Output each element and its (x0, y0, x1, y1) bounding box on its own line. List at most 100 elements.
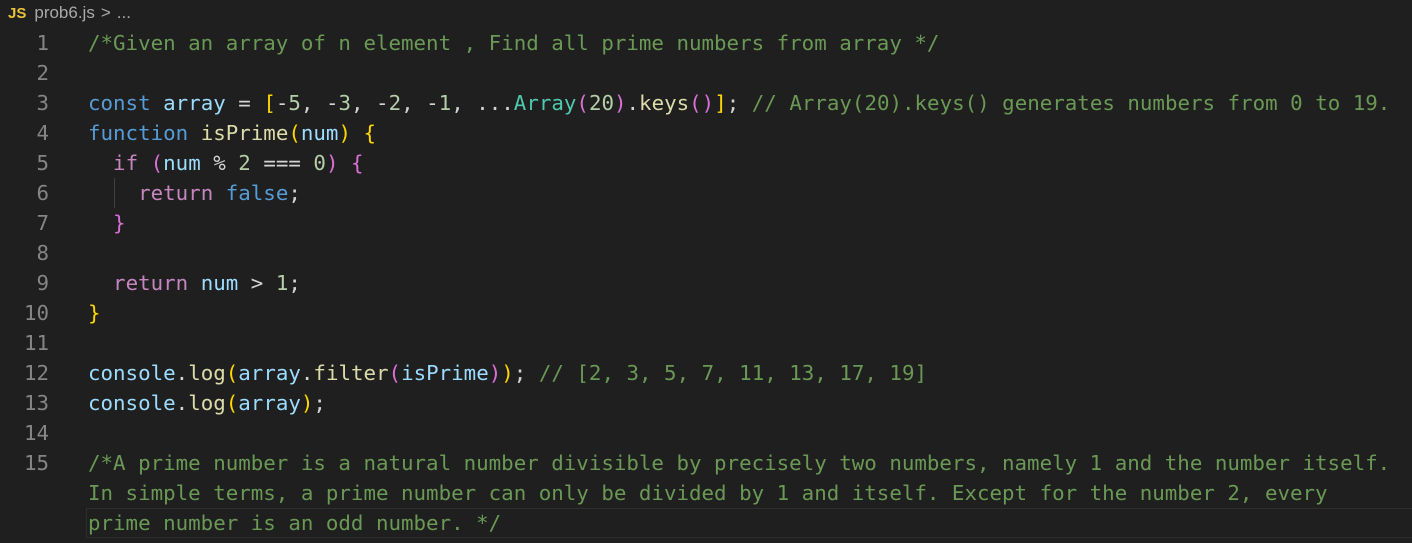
code-line[interactable]: 7 } (0, 208, 1412, 238)
token-var: isPrime (401, 361, 489, 385)
token-var: console (88, 361, 176, 385)
code-line[interactable]: 10} (0, 298, 1412, 328)
token-num: 1 (275, 271, 289, 295)
token-op: , - (351, 91, 389, 115)
token-ctl: if (113, 151, 139, 175)
token-cls: Array (513, 91, 577, 115)
token-op: - (275, 91, 289, 115)
token-ctl: return (113, 271, 189, 295)
token-b2: ( (150, 151, 164, 175)
token-fn: log (188, 361, 226, 385)
code-text: const array = [-5, -3, -2, -1, ...Array(… (88, 88, 1390, 118)
code-text: return false; (88, 178, 301, 208)
token-b1: ] (714, 91, 727, 115)
code-line[interactable]: 1 /*Given an array of n element , Find al… (0, 28, 1412, 58)
token-b2: ) (488, 361, 502, 385)
code-text: /*A prime number is a natural number div… (88, 448, 1390, 478)
line-number: 9 (36, 271, 49, 295)
token-comment: // Array(20).keys() generates numbers fr… (751, 91, 1391, 115)
code-text: prime number is an odd number. */ (88, 508, 501, 538)
token-b2: } (113, 211, 126, 235)
token-num: 3 (338, 91, 351, 115)
token-var: console (88, 391, 176, 415)
token-op: . (175, 361, 189, 385)
code-line[interactable]: 5 if (num % 2 === 0) { (0, 148, 1412, 178)
token-num: 5 (288, 91, 301, 115)
token-op: . (300, 361, 314, 385)
code-line[interactable]: 2 (0, 58, 1412, 88)
token-op: , - (401, 91, 439, 115)
token-var: array (238, 361, 301, 385)
token-op (88, 271, 113, 295)
token-b1: ) (501, 361, 514, 385)
line-number: 14 (23, 421, 49, 445)
token-b2: ) (325, 151, 339, 175)
code-line[interactable]: 14 (0, 418, 1412, 448)
line-number: 4 (36, 121, 49, 145)
line-number: 5 (36, 151, 49, 175)
token-op (351, 121, 364, 145)
token-comment: // [2, 3, 5, 7, 11, 13, 17, 19] (538, 361, 927, 385)
line-number: 11 (23, 331, 49, 355)
code-line[interactable]: 3 const array = [-5, -3, -2, -1, ...Array… (0, 88, 1412, 118)
javascript-file-icon: JS (8, 4, 27, 22)
token-var: num (200, 271, 239, 295)
token-comment: prime number is an odd number. */ (88, 511, 502, 535)
token-kw: false (225, 181, 289, 205)
line-number: 1 (36, 31, 49, 55)
line-number: 2 (36, 61, 49, 85)
token-b1: ( (225, 391, 239, 415)
token-op (151, 91, 164, 115)
code-text: function isPrime(num) { (88, 118, 376, 148)
token-var: num (163, 151, 201, 175)
token-op: > (238, 271, 276, 295)
token-op: , ... (451, 91, 514, 115)
code-text: console.log(array); (88, 388, 326, 418)
token-num: 20 (588, 91, 614, 115)
code-line[interactable]: prime number is an odd number. */ (0, 508, 1412, 538)
token-op: ; (313, 391, 326, 415)
token-op: % (200, 151, 239, 175)
token-b1: ( (288, 121, 301, 145)
token-fn: keys (639, 91, 690, 115)
token-op: = (225, 91, 264, 115)
token-b2: ( (388, 361, 402, 385)
token-op: ; (513, 361, 539, 385)
code-text: } (88, 298, 101, 328)
code-line[interactable]: In simple terms, a prime number can only… (0, 478, 1412, 508)
token-op: . (626, 91, 640, 115)
token-op: . (175, 391, 189, 415)
line-number: 13 (23, 391, 49, 415)
token-op: ; (288, 181, 301, 205)
breadcrumb-file[interactable]: prob6.js (34, 3, 94, 23)
token-var: array (238, 391, 301, 415)
token-b2: () (689, 91, 715, 115)
token-b1: } (88, 301, 101, 325)
token-b2: ( (576, 91, 589, 115)
line-number: 8 (36, 241, 49, 265)
token-op: === (250, 151, 314, 175)
code-line[interactable]: 11 (0, 328, 1412, 358)
chevron-right-icon: > (100, 3, 111, 22)
breadcrumb-more[interactable]: ... (117, 3, 131, 23)
line-number: 12 (23, 361, 49, 385)
line-number: 15 (23, 451, 49, 475)
code-line[interactable]: 13 console.log(array); (0, 388, 1412, 418)
token-op (188, 121, 201, 145)
token-op (338, 151, 351, 175)
token-fn: isPrime (200, 121, 289, 145)
line-number: 3 (36, 91, 49, 115)
code-line[interactable]: 15 /*A prime number is a natural number d… (0, 448, 1412, 478)
code-line[interactable]: 12 console.log(array.filter(isPrime)); //… (0, 358, 1412, 388)
breadcrumb: JS prob6.js > ... (0, 0, 131, 26)
line-number: 7 (36, 211, 49, 235)
code-text: console.log(array.filter(isPrime)); // [… (88, 358, 927, 388)
code-line[interactable]: 9 return num > 1; (0, 268, 1412, 298)
code-line[interactable]: 4 function isPrime(num) { (0, 118, 1412, 148)
token-comment: /*Given an array of n element , Find all… (88, 31, 940, 55)
code-line[interactable]: 8 (0, 238, 1412, 268)
code-line[interactable]: 6 return false; (0, 178, 1412, 208)
token-comment: In simple terms, a prime number can only… (88, 481, 1328, 505)
token-num: 2 (238, 151, 251, 175)
token-var: num (300, 121, 339, 145)
